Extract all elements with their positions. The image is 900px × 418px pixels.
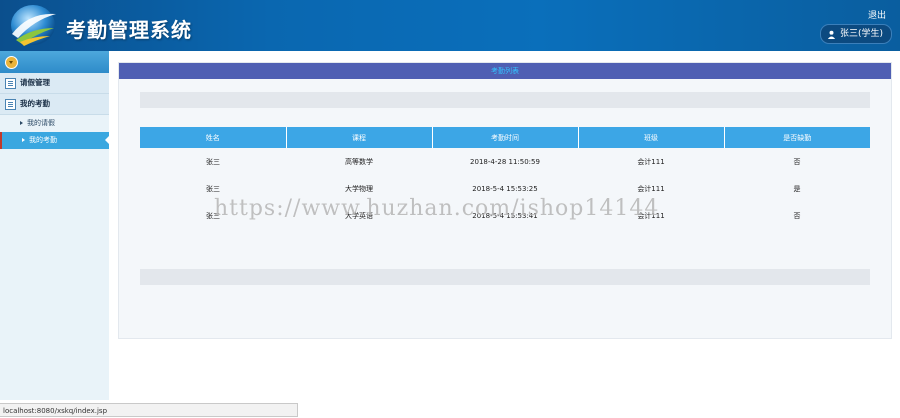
- sidebar-item-my-attendance[interactable]: 我的考勤: [0, 132, 109, 149]
- pagination-bar: [140, 269, 870, 285]
- cell-time: 2018-5-4 15:53:41: [472, 211, 538, 220]
- toggle-icon[interactable]: [5, 56, 18, 69]
- cell-absent: 否: [793, 211, 801, 220]
- sidebar: 请假管理 我的考勤 我的请假 我的考勤: [0, 51, 109, 400]
- sidebar-item-label: 我的请假: [27, 119, 55, 127]
- cell-time: 2018-4-28 11:50:59: [470, 157, 540, 166]
- column-header-name: 姓名: [140, 127, 287, 148]
- cell-time: 2018-5-4 15:53:25: [472, 184, 538, 193]
- table-header-row: 姓名 课程 考勤时间 班级 是否缺勤: [140, 127, 870, 148]
- table-row: 张三 大学物理 2018-5-4 15:53:25 会计111 是: [140, 175, 870, 202]
- column-header-class: 班级: [578, 127, 725, 148]
- cell-class: 会计111: [637, 211, 665, 220]
- list-icon: [5, 99, 16, 110]
- cell-course: 大学物理: [345, 184, 373, 193]
- user-icon: [827, 30, 836, 39]
- panel-title: 考勤列表: [119, 63, 891, 79]
- cell-course: 大学英语: [345, 211, 373, 220]
- cell-absent: 否: [793, 157, 801, 166]
- sidebar-group-label: 请假管理: [20, 78, 50, 87]
- table-row: 张三 高等数学 2018-4-28 11:50:59 会计111 否: [140, 148, 870, 175]
- app-title: 考勤管理系统: [66, 18, 192, 42]
- toolbar-bar: [140, 92, 870, 108]
- attendance-table: 姓名 课程 考勤时间 班级 是否缺勤 张三 高等数学 2018-4-28 11:…: [140, 127, 870, 229]
- column-header-absent: 是否缺勤: [724, 127, 870, 148]
- sidebar-toggle-bar: [0, 51, 109, 73]
- user-name: 张三(学生): [839, 29, 883, 39]
- cell-class: 会计111: [637, 184, 665, 193]
- browser-status-url: localhost:8080/xskq/index.jsp: [0, 403, 298, 417]
- cell-class: 会计111: [637, 157, 665, 166]
- sidebar-item-label: 我的考勤: [29, 136, 57, 144]
- logo-icon: [11, 5, 56, 46]
- app-header: 考勤管理系统 退出 张三(学生): [0, 0, 900, 51]
- sidebar-group-label: 我的考勤: [20, 99, 50, 108]
- sidebar-item-my-leave[interactable]: 我的请假: [0, 115, 109, 132]
- column-header-course: 课程: [286, 127, 433, 148]
- cell-name: 张三: [206, 184, 220, 193]
- column-header-time: 考勤时间: [432, 127, 579, 148]
- sidebar-group-leave[interactable]: 请假管理: [0, 73, 109, 94]
- cell-name: 张三: [206, 211, 220, 220]
- sidebar-group-attendance[interactable]: 我的考勤: [0, 94, 109, 115]
- table-row: 张三 大学英语 2018-5-4 15:53:41 会计111 否: [140, 202, 870, 229]
- list-icon: [5, 78, 16, 89]
- arrow-right-icon: [22, 138, 25, 142]
- attendance-panel: 考勤列表 姓名 课程 考勤时间 班级 是否缺勤 张三 高等数学 2018-4-2…: [118, 62, 892, 339]
- user-badge[interactable]: 张三(学生): [819, 24, 892, 44]
- cell-course: 高等数学: [345, 157, 373, 166]
- logout-link[interactable]: 退出: [868, 8, 886, 21]
- arrow-right-icon: [20, 121, 23, 125]
- cell-name: 张三: [206, 157, 220, 166]
- cell-absent: 是: [793, 184, 801, 193]
